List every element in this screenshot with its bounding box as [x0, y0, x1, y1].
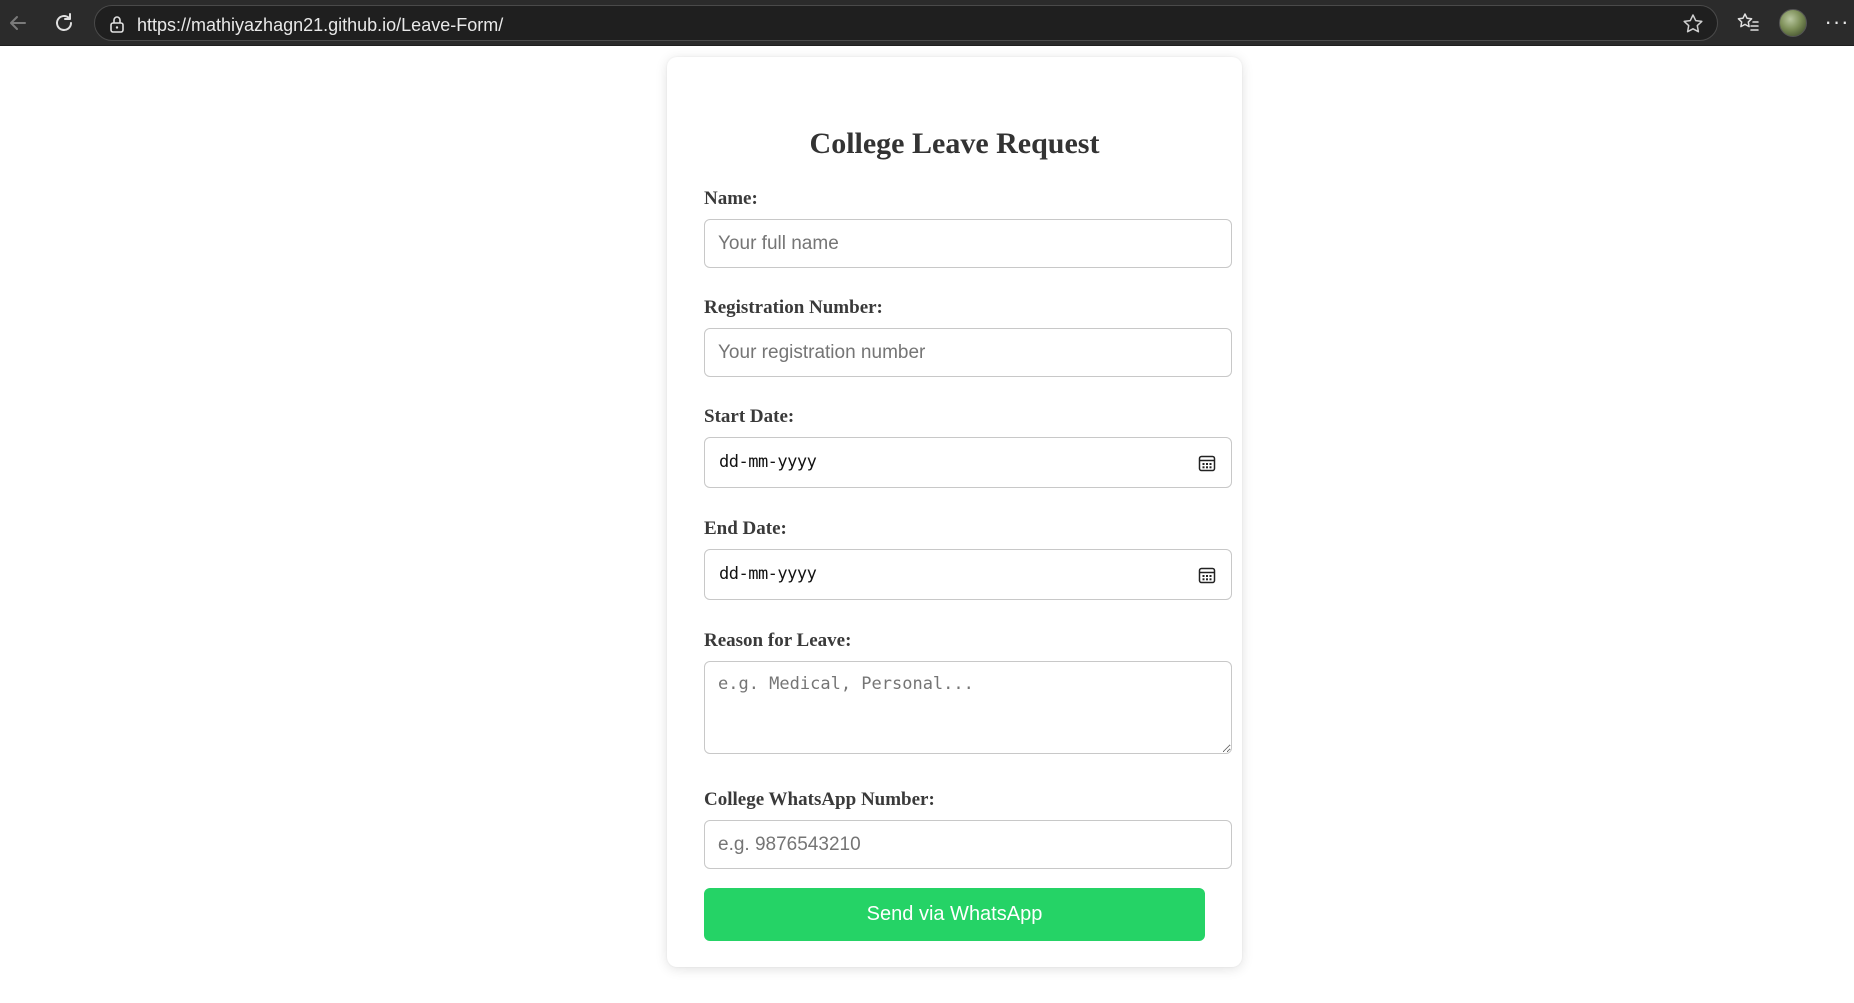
send-via-whatsapp-button[interactable]: Send via WhatsApp — [704, 888, 1205, 941]
page-title: College Leave Request — [809, 127, 1100, 160]
leave-form-card: College Leave Request Name: Registration… — [667, 57, 1242, 967]
calendar-icon[interactable] — [1197, 453, 1217, 473]
start-date-value: dd-mm-yyyy — [719, 452, 817, 472]
browser-toolbar: https://mathiyazhagn21.github.io/Leave-F… — [0, 0, 1854, 46]
favorites-icon[interactable] — [1733, 8, 1763, 38]
registration-label: Registration Number: — [704, 297, 883, 318]
calendar-icon[interactable] — [1197, 565, 1217, 585]
registration-input[interactable] — [704, 328, 1232, 377]
profile-avatar[interactable] — [1779, 9, 1807, 37]
start-date-input[interactable]: dd-mm-yyyy — [704, 437, 1232, 488]
start-date-label: Start Date: — [704, 406, 795, 427]
end-date-label: End Date: — [704, 518, 787, 539]
reason-label: Reason for Leave: — [704, 630, 852, 651]
page-content: College Leave Request Name: Registration… — [0, 47, 1854, 1003]
reload-icon[interactable] — [48, 7, 80, 39]
address-url[interactable]: https://mathiyazhagn21.github.io/Leave-F… — [137, 15, 503, 36]
end-date-input[interactable]: dd-mm-yyyy — [704, 549, 1232, 600]
more-icon[interactable]: ··· — [1822, 8, 1852, 38]
star-icon[interactable] — [1681, 12, 1705, 36]
name-input[interactable] — [704, 219, 1232, 268]
back-arrow-icon[interactable] — [2, 7, 34, 39]
end-date-value: dd-mm-yyyy — [719, 564, 817, 584]
name-label: Name: — [704, 188, 758, 209]
whatsapp-number-input[interactable] — [704, 820, 1232, 869]
reason-textarea[interactable] — [704, 661, 1232, 754]
address-bar[interactable]: https://mathiyazhagn21.github.io/Leave-F… — [94, 5, 1718, 41]
lock-icon[interactable] — [107, 14, 127, 34]
whatsapp-label: College WhatsApp Number: — [704, 789, 935, 810]
